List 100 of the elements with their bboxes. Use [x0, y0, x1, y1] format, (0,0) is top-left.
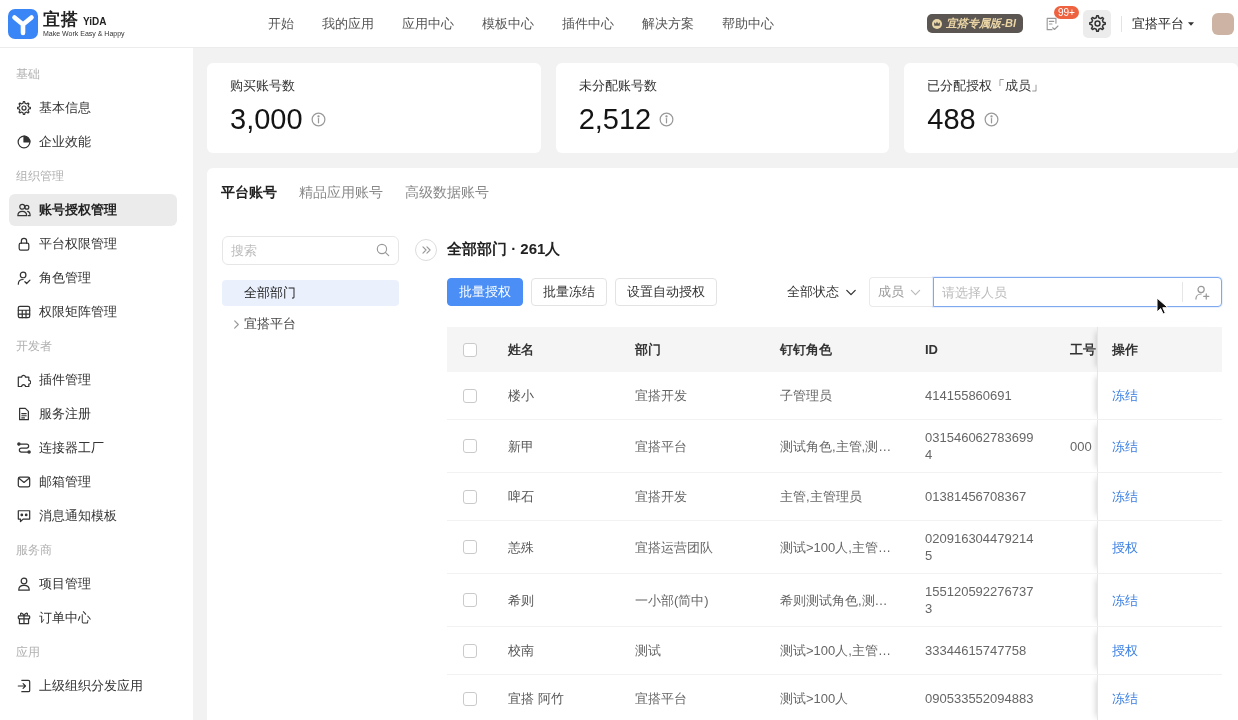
- tab[interactable]: 精品应用账号: [299, 184, 383, 202]
- table-cell-text: 主管,主管理员: [779, 488, 863, 506]
- table-cell-text: 宜搭开发: [634, 488, 688, 506]
- sidebar-item[interactable]: 插件管理: [9, 364, 177, 396]
- action-link[interactable]: 冻结: [1112, 591, 1138, 609]
- stat-value: 2,512: [578, 102, 652, 137]
- stat-value: 3,000: [230, 102, 303, 137]
- nav-link[interactable]: 解决方案: [642, 14, 694, 33]
- checkbox[interactable]: [463, 439, 477, 453]
- info-icon[interactable]: [983, 111, 999, 127]
- nav-link[interactable]: 应用中心: [402, 14, 454, 33]
- sidebar-item[interactable]: 账号授权管理: [9, 194, 177, 226]
- checkbox[interactable]: [463, 691, 477, 706]
- table-cell-text: 新甲: [507, 437, 535, 456]
- section-heading: 全部部门 · 261人: [447, 239, 562, 259]
- column-header: 工号: [1069, 341, 1097, 359]
- gift-icon: [17, 611, 31, 625]
- sidebar-item[interactable]: 权限矩阵管理: [9, 296, 177, 328]
- action-link[interactable]: 授权: [1112, 642, 1138, 659]
- organization-switcher[interactable]: 宜搭平台: [1132, 14, 1194, 33]
- two-people-icon: [17, 203, 31, 217]
- table-cell-text: 测试>100人,主管…: [779, 642, 892, 660]
- department-search-field[interactable]: 搜索: [222, 236, 399, 265]
- caret-icon: [1188, 21, 1194, 26]
- table-cell-text: 090533552094883: [924, 690, 1035, 708]
- person-plus-icon[interactable]: [1194, 284, 1210, 300]
- tree-node[interactable]: 宜搭平台: [222, 311, 399, 337]
- sidebar-item[interactable]: 企业效能: [9, 126, 177, 158]
- column-header: 姓名: [507, 341, 535, 359]
- table-cell-text: 0315460627836994: [924, 429, 1035, 464]
- search-icon: [376, 243, 390, 257]
- tab[interactable]: 高级数据账号: [405, 184, 489, 202]
- sidebar-item[interactable]: 上级组织分发应用: [9, 670, 177, 702]
- lock-icon: [17, 237, 31, 251]
- sidebar-item[interactable]: 连接器工厂: [9, 432, 177, 464]
- checkbox[interactable]: [463, 489, 477, 504]
- action-link[interactable]: 冻结: [1112, 690, 1138, 707]
- table-cell-text: 宜搭 阿竹: [507, 690, 565, 708]
- expand-button[interactable]: [415, 239, 437, 261]
- member-search-field[interactable]: 请选择人员: [933, 277, 1222, 307]
- pie-chart-icon: [17, 135, 31, 149]
- action-link[interactable]: 冻结: [1112, 488, 1138, 505]
- person-tick-icon: [17, 271, 31, 285]
- action-button[interactable]: 批量冻结: [531, 278, 607, 306]
- table-cell-text: 啤石: [507, 488, 535, 506]
- arrow-into-box-icon: [17, 679, 31, 693]
- checkbox[interactable]: [463, 540, 477, 554]
- action-link[interactable]: 授权: [1112, 538, 1138, 556]
- nav-link[interactable]: 帮助中心: [722, 14, 774, 33]
- puzzle-piece-icon: [17, 373, 31, 387]
- table-cell-text: 1551205922767373: [924, 583, 1035, 618]
- nav-link[interactable]: 我的应用: [322, 14, 374, 33]
- nav-link[interactable]: 开始: [268, 14, 294, 33]
- stat-label: 购买账号数: [230, 77, 296, 95]
- table-cell-text: 希则测试角色,测…: [779, 591, 889, 610]
- stat-label: 未分配账号数: [578, 77, 658, 95]
- column-header: 操作: [1097, 327, 1222, 372]
- table-cell-text: 测试>100人: [779, 690, 850, 708]
- settings-button[interactable]: [1083, 9, 1111, 38]
- note-check-icon[interactable]: [1045, 16, 1059, 31]
- tab[interactable]: 平台账号: [221, 184, 277, 202]
- sidebar-item[interactable]: 角色管理: [9, 262, 177, 294]
- action-link[interactable]: 冻结: [1112, 387, 1138, 404]
- chevron-down-icon: [910, 288, 921, 296]
- table-cell-text: 宜搭开发: [634, 387, 688, 405]
- checkbox[interactable]: [463, 593, 477, 607]
- gear-icon: [17, 101, 31, 115]
- curved-connector-icon: [17, 441, 31, 455]
- sidebar-item[interactable]: 基本信息: [9, 92, 177, 124]
- section-title: 服务商: [15, 542, 53, 559]
- tree-node[interactable]: 全部部门: [222, 280, 399, 306]
- sidebar-item[interactable]: 订单中心: [9, 602, 177, 634]
- nav-link[interactable]: 模板中心: [482, 14, 534, 33]
- avatar[interactable]: [1212, 12, 1234, 35]
- table-cell-text: 校南: [507, 642, 535, 660]
- stat-label: 已分配授权「成员」: [927, 77, 1046, 95]
- action-link[interactable]: 冻结: [1112, 437, 1138, 455]
- sidebar-item[interactable]: 平台权限管理: [9, 228, 177, 260]
- column-header: ID: [924, 341, 939, 359]
- column-header: 钉钉角色: [778, 341, 833, 359]
- checkbox[interactable]: [463, 388, 477, 403]
- section-title: 组织管理: [15, 168, 65, 185]
- table-cell-text: 宜搭平台: [634, 437, 688, 456]
- checkbox[interactable]: [463, 342, 477, 357]
- action-button[interactable]: 设置自动授权: [615, 278, 717, 306]
- sidebar-item[interactable]: 项目管理: [9, 568, 177, 600]
- edition-badge[interactable]: 宜搭专属版-BI: [927, 14, 1023, 33]
- table-cell-text: 33344615747758: [924, 642, 1028, 660]
- sidebar-item[interactable]: 服务注册: [9, 398, 177, 430]
- info-icon[interactable]: [659, 111, 675, 127]
- sidebar-item[interactable]: 消息通知模板: [9, 500, 177, 532]
- stat-value: 488: [927, 102, 976, 137]
- nav-link[interactable]: 插件中心: [562, 14, 614, 33]
- info-icon[interactable]: [310, 111, 326, 127]
- status-filter-dropdown[interactable]: 全部状态: [787, 283, 857, 301]
- grid-table-icon: [17, 305, 31, 319]
- column-header: 部门: [634, 341, 662, 359]
- sidebar-item[interactable]: 邮箱管理: [9, 466, 177, 498]
- table-cell-text: 测试>100人,主管…: [779, 538, 892, 557]
- checkbox[interactable]: [463, 643, 477, 658]
